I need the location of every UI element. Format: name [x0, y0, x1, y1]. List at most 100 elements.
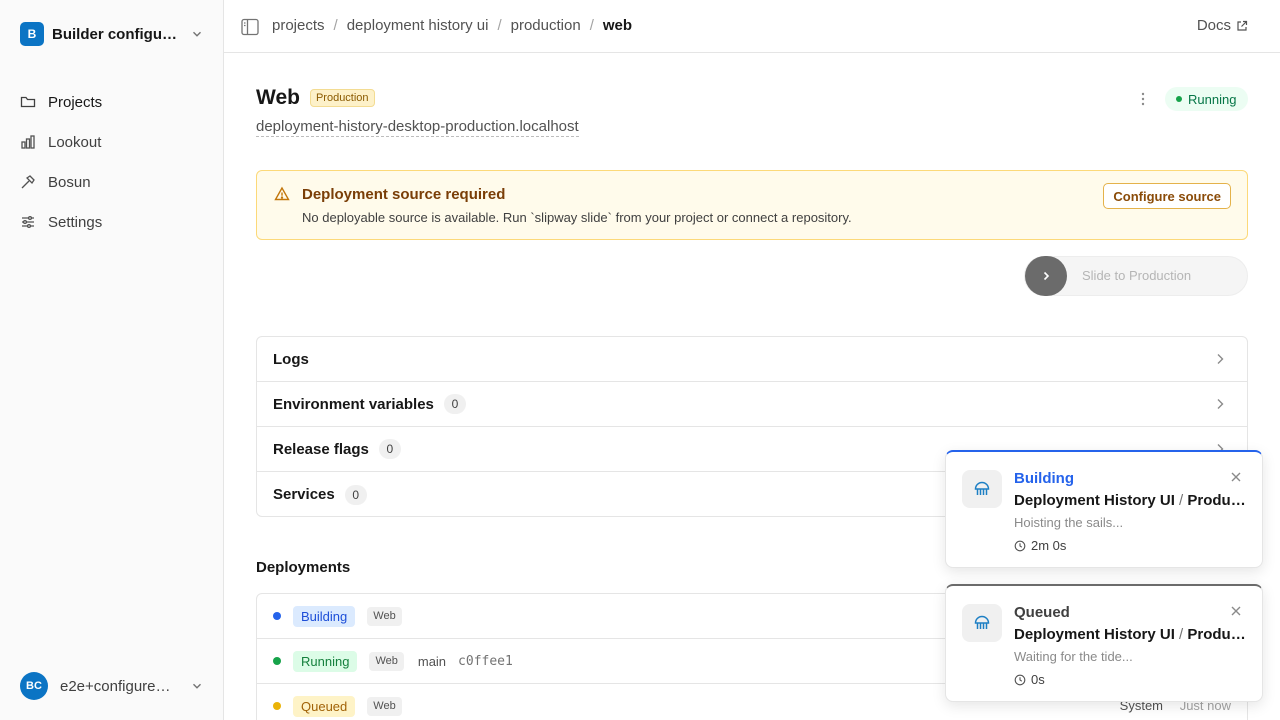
- list-item-logs[interactable]: Logs: [257, 337, 1247, 382]
- alert-description: No deployable source is available. Run `…: [302, 210, 852, 225]
- commit-sha: c0ffee1: [458, 653, 513, 669]
- sidebar-toggle-icon[interactable]: [240, 17, 260, 37]
- status-text: Running: [1188, 91, 1237, 107]
- deployment-source-alert: Deployment source required No deployable…: [256, 170, 1248, 240]
- sidebar-item-label: Lookout: [48, 133, 102, 151]
- clock-icon: [1014, 540, 1026, 551]
- sidebar-item-label: Bosun: [48, 173, 91, 191]
- docs-label: Docs: [1196, 17, 1231, 34]
- list-item-label: Services: [273, 486, 335, 503]
- close-icon[interactable]: [1230, 605, 1242, 617]
- status-badge: Queued: [293, 695, 356, 717]
- sidebar-item-bosun[interactable]: Bosun: [12, 162, 212, 202]
- sidebar-item-settings[interactable]: Settings: [12, 202, 212, 242]
- status-badge: Running: [1165, 87, 1249, 111]
- sliders-icon: [22, 215, 34, 229]
- user-email: e2e+configured@example.com: [60, 677, 174, 695]
- alert-title: Deployment source required: [302, 186, 506, 203]
- toast-project: Deployment History UI: [1014, 626, 1175, 643]
- toast-environment: Production: [1187, 626, 1246, 643]
- toast-title: Deployment History UI / Production: [1014, 492, 1246, 509]
- count-badge: 0: [443, 394, 466, 414]
- chevron-right-icon: [1043, 271, 1050, 281]
- toast-timer: 0s: [1014, 672, 1045, 687]
- toast-icon: [962, 470, 1002, 508]
- org-avatar: B: [20, 22, 44, 46]
- service-hostname-link[interactable]: deployment-history-desktop-production.lo…: [256, 118, 579, 137]
- status-dot: [273, 702, 281, 710]
- breadcrumb-separator: /: [497, 17, 502, 34]
- toast-status: Building: [1014, 470, 1074, 487]
- toast-subtitle: Hoisting the sails...: [1014, 515, 1124, 530]
- toast-title: Deployment History UI / Production: [1014, 626, 1246, 643]
- breadcrumb-separator: /: [589, 17, 594, 34]
- toast-building: Building Deployment History UI / Product…: [945, 450, 1263, 568]
- external-link-icon: [1237, 20, 1248, 31]
- breadcrumb-project[interactable]: deployment history ui: [347, 17, 489, 34]
- count-badge: 0: [344, 484, 367, 505]
- sidebar-item-lookout[interactable]: Lookout: [12, 122, 212, 162]
- breadcrumb-projects[interactable]: projects: [272, 17, 325, 34]
- folder-icon: [20, 96, 36, 108]
- breadcrumb-environment[interactable]: production: [511, 17, 581, 34]
- avatar: BC: [20, 672, 48, 700]
- docs-link[interactable]: Docs: [1197, 17, 1248, 34]
- deployments-heading: Deployments: [256, 559, 351, 576]
- jellyfish-icon: [974, 615, 990, 629]
- user-menu[interactable]: BC e2e+configured@example.com: [20, 672, 204, 700]
- status-dot: [1176, 96, 1182, 102]
- chevron-right-icon: [1217, 399, 1224, 409]
- breadcrumb: projects / deployment history ui / produ…: [272, 17, 632, 34]
- service-badge: Web: [367, 606, 402, 626]
- status-dot: [273, 657, 281, 665]
- more-options-icon[interactable]: [1136, 90, 1150, 108]
- toast-status: Queued: [1014, 604, 1070, 621]
- list-item-label: Environment variables: [273, 395, 434, 413]
- bar-chart-icon: [21, 135, 35, 149]
- environment-badge: Production: [309, 89, 375, 107]
- toast-subtitle: Waiting for the tide...: [1014, 649, 1133, 664]
- jellyfish-icon: [974, 481, 990, 495]
- toast-timer-value: 2m 0s: [1031, 538, 1067, 553]
- page-title: Web: [256, 86, 300, 109]
- sidebar-item-label: Settings: [48, 213, 103, 231]
- clock-icon: [1014, 674, 1026, 685]
- status-badge: Running: [293, 650, 358, 672]
- service-header: Web Production: [256, 86, 375, 110]
- list-item-label: Logs: [273, 350, 309, 368]
- chevron-down-icon: [193, 31, 201, 37]
- breadcrumb-current: web: [602, 17, 633, 34]
- hammer-icon: [21, 175, 35, 189]
- slide-to-deploy[interactable]: Slide to Production: [1024, 256, 1248, 296]
- toast-project: Deployment History UI: [1014, 492, 1175, 509]
- toast-separator: /: [1179, 626, 1184, 643]
- breadcrumb-separator: /: [333, 17, 338, 34]
- slider-handle[interactable]: [1025, 256, 1067, 296]
- list-item-label: Release flags: [273, 440, 369, 458]
- sidebar: B Builder configured org Projects Lookou…: [0, 0, 224, 720]
- service-badge: Web: [367, 696, 402, 716]
- chevron-right-icon: [1217, 354, 1224, 364]
- org-switcher[interactable]: B Builder configured org: [20, 22, 204, 46]
- status-badge: Building: [293, 605, 356, 627]
- toast-icon: [962, 604, 1002, 642]
- status-dot: [273, 612, 281, 620]
- list-item-environment-variables[interactable]: Environment variables 0: [257, 382, 1247, 427]
- close-icon[interactable]: [1230, 471, 1242, 483]
- warning-icon: [274, 186, 290, 201]
- sidebar-item-label: Projects: [48, 93, 103, 111]
- configure-source-button[interactable]: Configure source: [1103, 183, 1231, 209]
- toast-environment: Production: [1187, 492, 1246, 509]
- sidebar-nav: Projects Lookout Bosun Settings: [12, 82, 212, 242]
- slider-label: Slide to Production: [1082, 268, 1192, 283]
- topbar: projects / deployment history ui / produ…: [224, 0, 1280, 53]
- toast-timer: 2m 0s: [1014, 538, 1066, 553]
- toast-separator: /: [1179, 492, 1184, 509]
- sidebar-item-projects[interactable]: Projects: [12, 82, 212, 122]
- org-name: Builder configured org: [52, 25, 182, 43]
- toast-queued: Queued Deployment History UI / Productio…: [945, 584, 1263, 702]
- branch-name: main: [417, 653, 447, 669]
- count-badge: 0: [378, 439, 401, 459]
- chevron-down-icon: [193, 683, 201, 689]
- service-badge: Web: [369, 651, 404, 671]
